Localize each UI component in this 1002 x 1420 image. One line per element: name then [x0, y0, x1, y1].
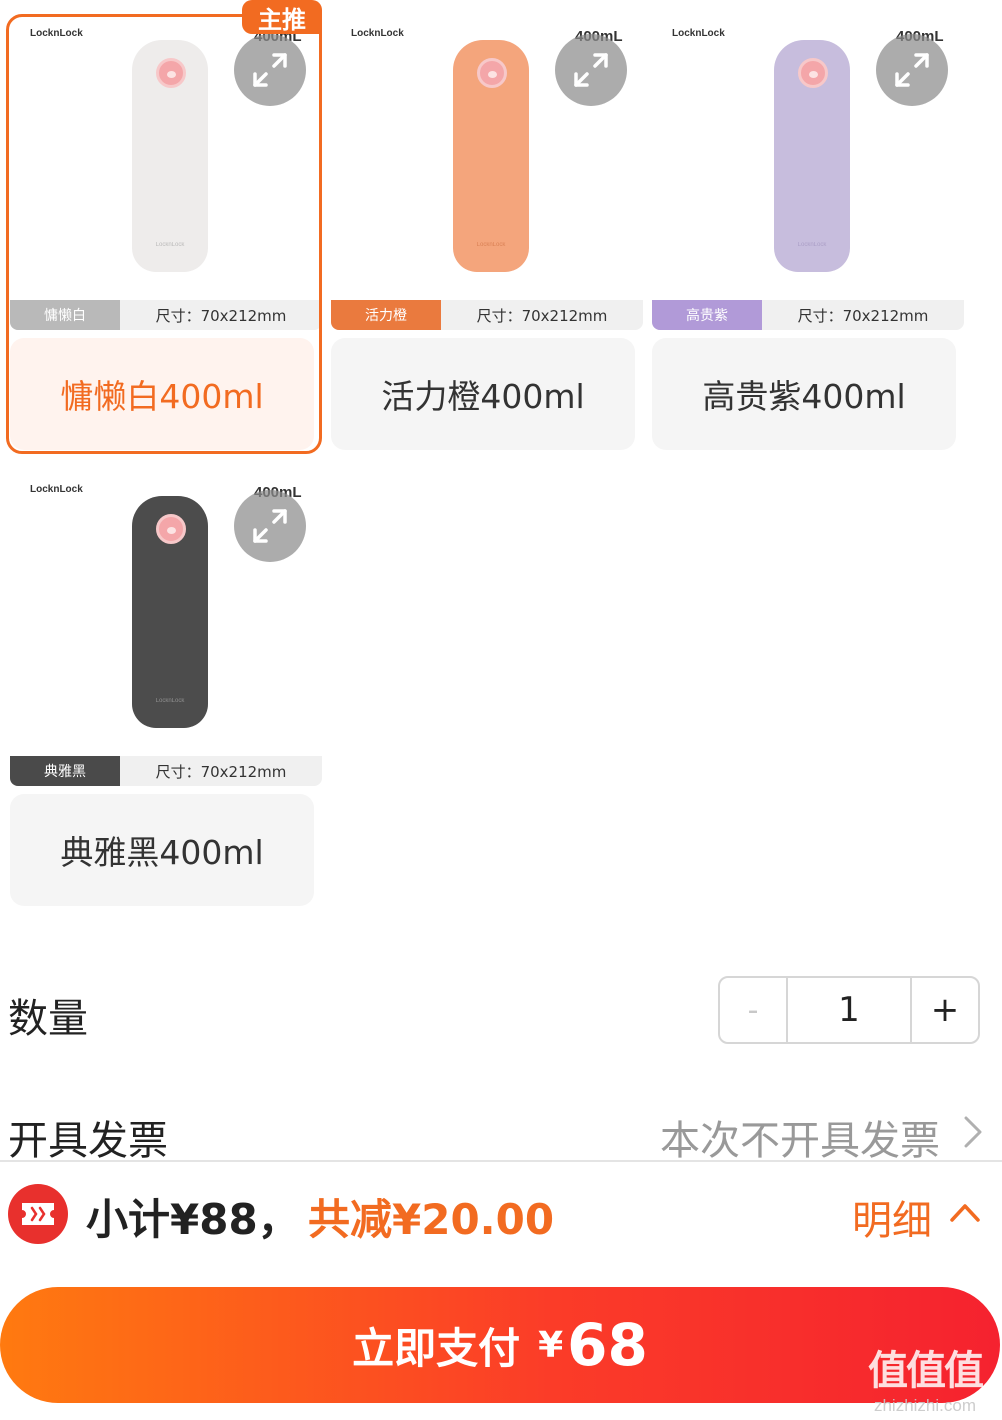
bottle-image: LocknLock: [132, 496, 208, 728]
watermark-sub: zhizhizhi.com: [873, 1396, 977, 1415]
chevron-right-icon[interactable]: [958, 1112, 988, 1152]
invoice-label: 开具发票: [8, 1118, 168, 1164]
bottle-logo: LocknLock: [155, 242, 185, 248]
size-text: 尺寸：70x212mm: [797, 306, 929, 325]
quantity-label: 数量: [8, 996, 88, 1042]
size-text: 尺寸：70x212mm: [476, 306, 608, 325]
color-tag: 高贵紫: [652, 300, 762, 330]
product-option-orange[interactable]: LocknLock 400mL LocknLock 活力橙 尺寸：70x212m…: [331, 18, 643, 450]
expand-icon[interactable]: [876, 34, 948, 106]
brand-logo: LocknLock: [351, 28, 404, 39]
bottle-image: LocknLock: [774, 40, 850, 272]
product-image: LocknLock 400mL LocknLock: [10, 474, 322, 770]
recommended-badge: 主推: [242, 0, 322, 34]
product-image: LocknLock 400mL LocknLock: [331, 18, 643, 314]
option-button[interactable]: 活力橙400ml: [331, 338, 635, 450]
option-button[interactable]: 高贵紫400ml: [652, 338, 956, 450]
pay-now-button[interactable]: 立即支付 ¥ 68: [0, 1287, 1000, 1403]
bottle-logo: LocknLock: [476, 242, 506, 248]
paw-icon: [477, 58, 507, 88]
info-strip: 慵懒白 尺寸：70x212mm: [10, 300, 322, 330]
product-image: LocknLock 400mL LocknLock: [10, 18, 322, 314]
size-text: 尺寸：70x212mm: [155, 762, 287, 781]
info-strip: 典雅黑 尺寸：70x212mm: [10, 756, 322, 786]
subtotal-text: 小计¥88，: [86, 1195, 300, 1244]
brand-logo: LocknLock: [30, 484, 83, 495]
info-strip: 高贵紫 尺寸：70x212mm: [652, 300, 964, 330]
expand-icon[interactable]: [234, 34, 306, 106]
detail-toggle[interactable]: 明细: [852, 1188, 932, 1246]
watermark-logo: 值值值 zhizhizhi.com: [852, 1338, 998, 1418]
brand-logo: LocknLock: [30, 28, 83, 39]
divider: [0, 1160, 1002, 1162]
color-tag: 慵懒白: [10, 300, 120, 330]
expand-icon[interactable]: [555, 34, 627, 106]
color-tag: 典雅黑: [10, 756, 120, 786]
product-option-purple[interactable]: LocknLock 400mL LocknLock 高贵紫 尺寸：70x212m…: [652, 18, 964, 450]
paw-icon: [156, 58, 186, 88]
bottle-image: LocknLock: [453, 40, 529, 272]
invoice-value[interactable]: 本次不开具发票: [660, 1108, 940, 1166]
quantity-stepper: - 1 +: [718, 976, 980, 1044]
chevron-up-icon[interactable]: [946, 1196, 984, 1228]
pay-currency: ¥: [538, 1324, 564, 1366]
expand-icon[interactable]: [234, 490, 306, 562]
product-image: LocknLock 400mL LocknLock: [652, 18, 964, 314]
option-button[interactable]: 慵懒白400ml: [10, 338, 314, 450]
product-option-black[interactable]: LocknLock 400mL LocknLock 典雅黑 尺寸：70x212m…: [10, 474, 322, 906]
pay-amount: 68: [567, 1311, 648, 1379]
increase-button[interactable]: +: [912, 978, 978, 1042]
decrease-button[interactable]: -: [720, 978, 788, 1042]
bottle-logo: LocknLock: [155, 698, 185, 704]
info-strip: 活力橙 尺寸：70x212mm: [331, 300, 643, 330]
watermark-main: 值值值: [868, 1348, 984, 1394]
coupon-icon: [8, 1184, 68, 1244]
color-tag: 活力橙: [331, 300, 441, 330]
option-button[interactable]: 典雅黑400ml: [10, 794, 314, 906]
bottle-image: LocknLock: [132, 40, 208, 272]
discount-text: 共减¥20.00: [308, 1195, 555, 1244]
paw-icon: [798, 58, 828, 88]
paw-icon: [156, 514, 186, 544]
product-option-white[interactable]: LocknLock 400mL LocknLock 慵懒白 尺寸：70x212m…: [10, 18, 322, 450]
bottle-logo: LocknLock: [797, 242, 827, 248]
quantity-input[interactable]: 1: [788, 978, 912, 1042]
pay-label: 立即支付: [352, 1323, 521, 1373]
brand-logo: LocknLock: [672, 28, 725, 39]
size-text: 尺寸：70x212mm: [155, 306, 287, 325]
